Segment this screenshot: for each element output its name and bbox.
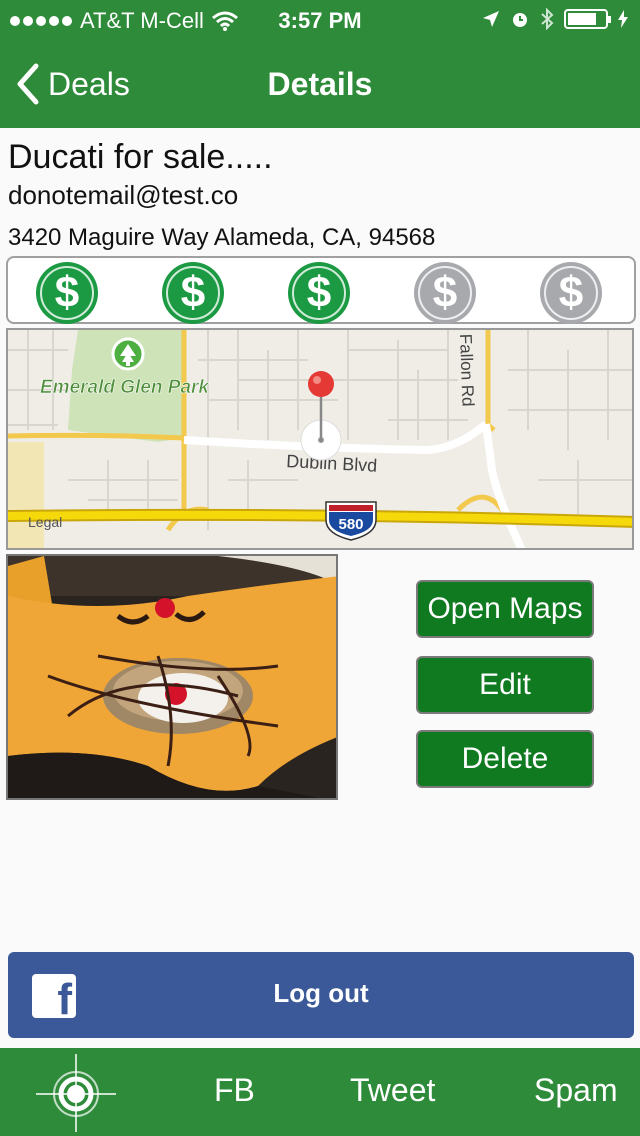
map-road-label: Fallon Rd <box>456 333 478 406</box>
deal-email: donotemail@test.co <box>8 180 239 210</box>
rating-symbol: $ <box>180 268 206 317</box>
charging-icon <box>618 10 628 28</box>
map-park-label: Emerald Glen Park <box>40 377 210 398</box>
rating-coin-5[interactable]: $ <box>540 262 602 324</box>
bluetooth-icon <box>541 8 554 30</box>
top-bar: AT&T M-Cell 3:57 PM Deals Details <box>0 0 640 128</box>
highway-number: 580 <box>338 516 363 533</box>
facebook-logout-label: Log out <box>273 978 369 1008</box>
deal-photo <box>6 554 338 800</box>
rating-coin-1[interactable]: $ <box>36 262 98 324</box>
status-bar: AT&T M-Cell 3:57 PM <box>0 0 640 40</box>
deal-title: Ducati for sale..... <box>8 138 273 176</box>
delete-button[interactable]: Delete <box>416 730 594 788</box>
alarm-icon <box>513 13 527 27</box>
open-maps-button[interactable]: Open Maps <box>416 580 594 638</box>
tab-spam[interactable]: Spam <box>534 1072 618 1109</box>
rating-coin-2[interactable]: $ <box>162 262 224 324</box>
location-arrow-icon <box>483 11 499 27</box>
map-legal-link[interactable]: Legal <box>28 514 62 530</box>
crosshair-icon[interactable] <box>36 1052 116 1132</box>
facebook-logout-button[interactable]: f Log out <box>8 952 634 1038</box>
tab-tweet[interactable]: Tweet <box>350 1072 435 1109</box>
tab-fb[interactable]: FB <box>214 1072 255 1109</box>
bottom-toolbar: FB Tweet Spam <box>0 1048 640 1136</box>
page-title: Details <box>267 66 373 102</box>
navigation-bar: Deals Details <box>0 40 640 128</box>
rating-symbol: $ <box>432 268 458 317</box>
rating-symbol: $ <box>558 268 584 317</box>
rating-symbol: $ <box>54 268 80 317</box>
battery-icon <box>564 9 611 29</box>
rating-coin-4[interactable]: $ <box>414 262 476 324</box>
map-pin-icon[interactable] <box>308 371 334 397</box>
highway-shield-icon: 580 <box>325 501 377 541</box>
edit-button[interactable]: Edit <box>416 656 594 714</box>
location-map[interactable]: Emerald Glen Park Dublin Blvd Fallon Rd … <box>6 328 634 550</box>
rating-symbol: $ <box>306 268 332 317</box>
price-rating: $ $ $ $ $ <box>6 256 636 324</box>
deal-address: 3420 Maguire Way Alameda, CA, 94568 <box>8 224 436 251</box>
rating-coin-3[interactable]: $ <box>288 262 350 324</box>
